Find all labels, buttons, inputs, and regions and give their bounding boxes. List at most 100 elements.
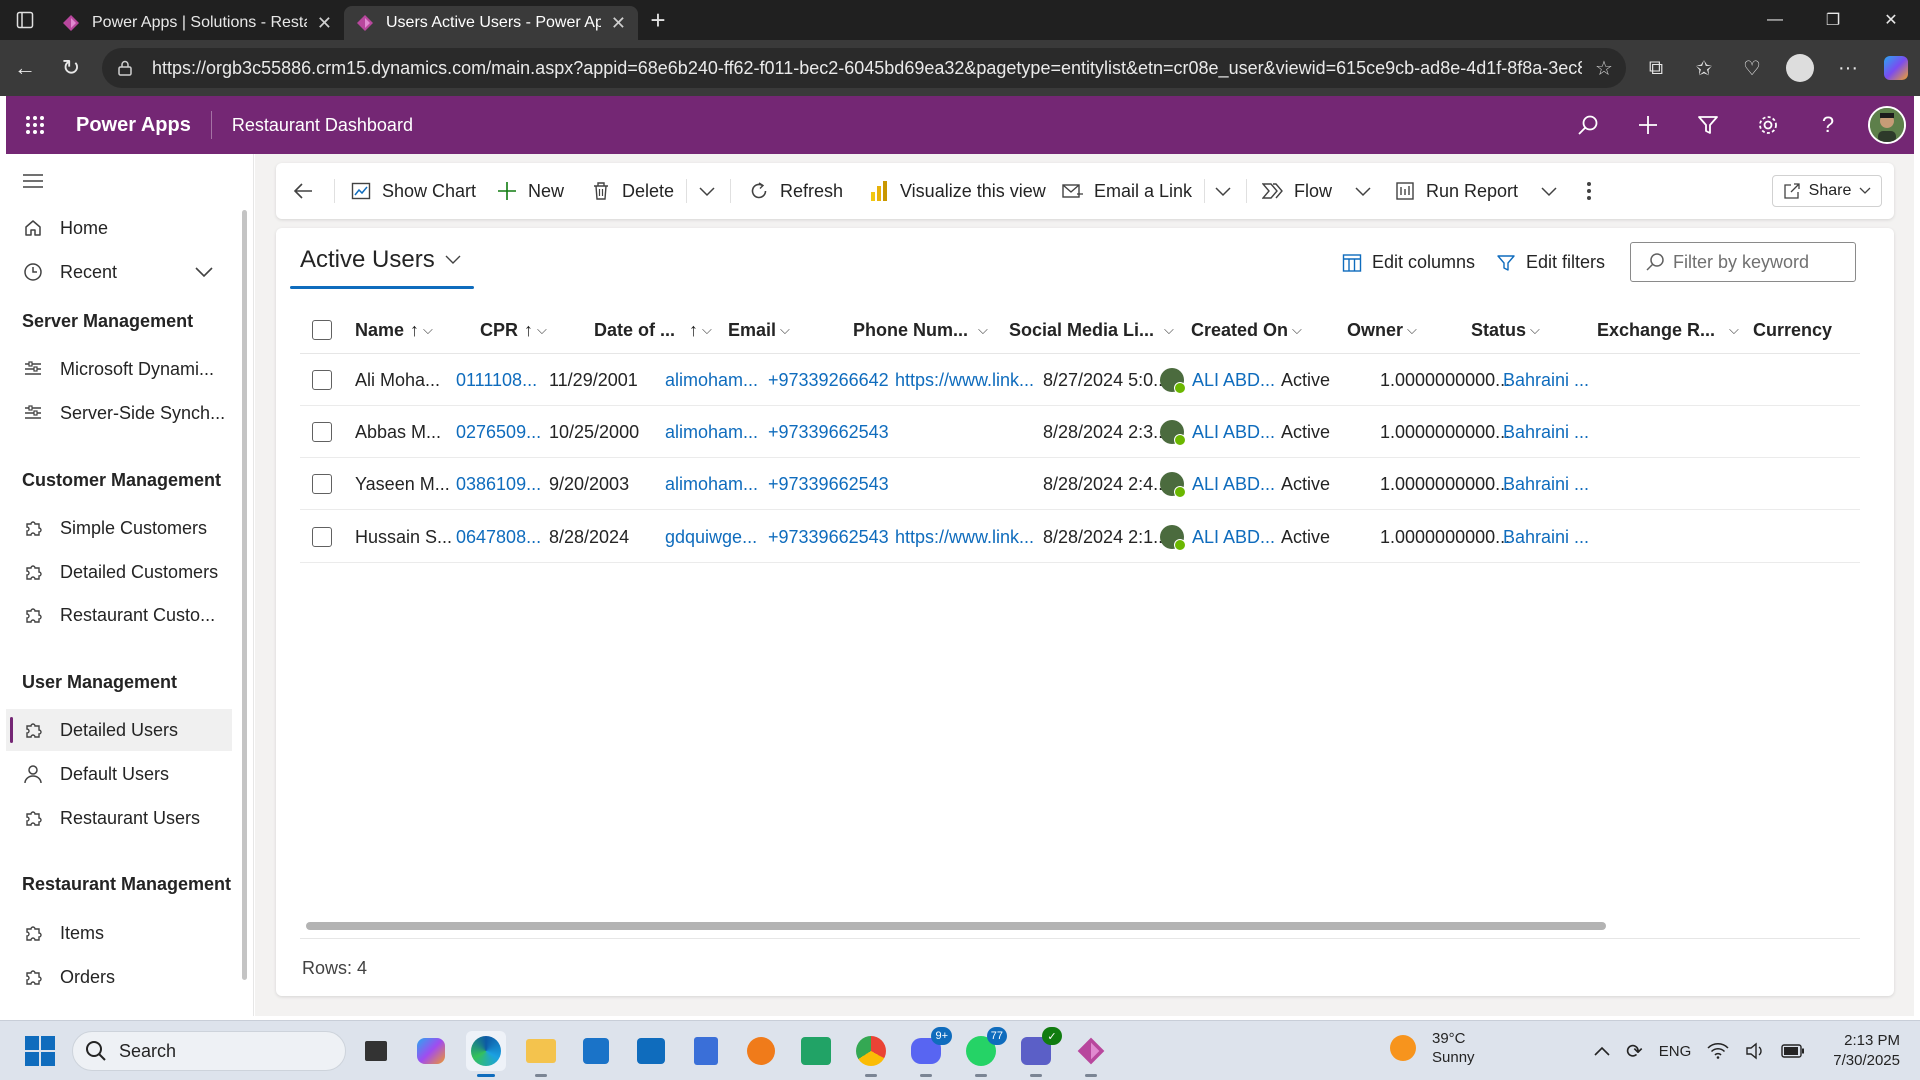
search-icon[interactable] [1558, 96, 1618, 154]
column-header-phone[interactable]: Phone Num... ⌵ [853, 306, 988, 354]
health-icon[interactable]: ♡ [1728, 48, 1776, 88]
table-row[interactable]: Abbas M... 0276509... 10/25/2000 alimoham..… [300, 406, 1860, 458]
settings-gear-icon[interactable] [1738, 96, 1798, 154]
run-report-button[interactable]: Run Report [1394, 163, 1558, 219]
edge-browser-icon[interactable] [466, 1031, 506, 1077]
chevron-down-icon[interactable] [698, 163, 716, 219]
sidebar-item-detailed-customers[interactable]: Detailed Customers [6, 551, 232, 593]
chevron-up-icon[interactable] [1594, 1046, 1610, 1056]
close-window-icon[interactable]: ✕ [1862, 0, 1920, 40]
workspaces-icon[interactable] [0, 0, 50, 40]
maximize-icon[interactable]: ❐ [1804, 0, 1862, 40]
edit-columns-button[interactable]: Edit columns [1342, 252, 1475, 273]
clock[interactable]: 2:13 PM 7/30/2025 [1833, 1031, 1900, 1071]
extensions-icon[interactable]: ⧉ [1632, 48, 1680, 88]
horizontal-scrollbar[interactable] [306, 922, 1606, 930]
filter-keyword-input[interactable] [1673, 251, 1843, 273]
windows-start-icon[interactable] [24, 1035, 56, 1067]
add-icon[interactable] [1618, 96, 1678, 154]
email-link-button[interactable]: Email a Link [1062, 163, 1192, 219]
weather-widget[interactable]: 39°C Sunny [1390, 1029, 1475, 1067]
browser-tab-users[interactable]: Users Active Users - Power Apps ✕ [344, 6, 638, 40]
whatsapp-icon[interactable]: 77 [961, 1027, 1007, 1077]
column-header-created-on[interactable]: Created On ⌵ [1191, 306, 1302, 354]
minimize-icon[interactable]: — [1746, 0, 1804, 40]
maps-app-icon[interactable] [796, 1031, 836, 1071]
power-apps-taskbar-icon[interactable] [1071, 1031, 1111, 1077]
back-arrow-icon[interactable] [292, 163, 314, 219]
view-selector[interactable]: Active Users [300, 246, 461, 274]
sidebar-item-restaurant-customers[interactable]: Restaurant Custo... [6, 594, 232, 636]
close-icon[interactable]: ✕ [611, 13, 626, 34]
close-icon[interactable]: ✕ [317, 13, 332, 34]
cell-currency[interactable]: Bahraini ... [1503, 406, 1589, 458]
column-header-currency[interactable]: Currency [1753, 306, 1832, 354]
sidebar-scrollbar[interactable] [242, 210, 247, 980]
filter-by-keyword-box[interactable] [1630, 242, 1856, 282]
taskbar-search-box[interactable]: Search [72, 1031, 346, 1071]
cell-currency[interactable]: Bahraini ... [1503, 511, 1589, 563]
language-indicator[interactable]: ENG [1659, 1043, 1692, 1060]
flow-button[interactable]: Flow [1262, 163, 1372, 219]
more-commands-icon[interactable] [1586, 163, 1592, 219]
site-info-icon[interactable] [116, 59, 134, 77]
cell-social-media[interactable]: https://www.link... [895, 354, 1034, 406]
help-icon[interactable]: ? [1798, 96, 1858, 154]
new-tab-button[interactable]: + [638, 0, 678, 40]
sidebar-item-restaurant-users[interactable]: Restaurant Users [6, 797, 232, 839]
chevron-down-icon[interactable] [1540, 185, 1558, 197]
sidebar-item-home[interactable]: Home [6, 207, 232, 249]
copilot-icon[interactable] [1872, 48, 1920, 88]
app-name[interactable]: Restaurant Dashboard [232, 115, 413, 136]
new-button[interactable]: New [496, 163, 564, 219]
app-launcher-icon[interactable] [6, 96, 64, 154]
cell-cpr[interactable]: 0386109... [456, 458, 541, 510]
browser-tab-solutions[interactable]: Power Apps | Solutions - Restaurant ✕ [50, 6, 344, 40]
task-view-icon[interactable] [356, 1031, 396, 1071]
back-arrow-icon[interactable]: ← [2, 45, 48, 91]
select-all-checkbox[interactable] [312, 306, 332, 354]
sync-icon[interactable]: ⟳ [1626, 1039, 1643, 1064]
column-header-date-of-birth[interactable]: Date of ... ↑ ⌵ [594, 306, 712, 354]
notepad-icon[interactable] [686, 1031, 726, 1071]
sidebar-item-items[interactable]: Items [6, 912, 232, 954]
row-checkbox[interactable] [312, 511, 332, 563]
cell-cpr[interactable]: 0111108... [456, 354, 537, 406]
cell-phone[interactable]: +97339662543 [768, 511, 889, 563]
cell-owner[interactable]: ALI ABD... [1160, 458, 1275, 510]
column-header-status[interactable]: Status ⌵ [1471, 306, 1540, 354]
sidebar-item-orders[interactable]: Orders [6, 956, 232, 998]
cell-cpr[interactable]: 0647808... [456, 511, 541, 563]
cell-email[interactable]: alimoham... [665, 354, 758, 406]
sidebar-item-microsoft-dynamics[interactable]: Microsoft Dynami... [6, 348, 232, 390]
favorites-icon[interactable]: ✩ [1680, 48, 1728, 88]
chrome-icon[interactable] [851, 1031, 891, 1077]
profile-icon[interactable] [1776, 48, 1824, 88]
column-header-cpr[interactable]: CPR ↑ ⌵ [480, 306, 547, 354]
cell-email[interactable]: gdquiwge... [665, 511, 757, 563]
copilot-app-icon[interactable] [411, 1031, 451, 1071]
chevron-down-icon[interactable] [194, 266, 214, 278]
cell-email[interactable]: alimoham... [665, 458, 758, 510]
row-checkbox[interactable] [312, 406, 332, 458]
column-header-name[interactable]: Name ↑ ⌵ [355, 306, 433, 354]
table-row[interactable]: Yaseen M... 0386109... 9/20/2003 alimoham..… [300, 458, 1860, 510]
column-header-social-media[interactable]: Social Media Li... ⌵ [1009, 306, 1174, 354]
visualize-view-button[interactable]: Visualize this view [868, 163, 1046, 219]
filter-icon[interactable] [1678, 96, 1738, 154]
column-header-email[interactable]: Email ⌵ [728, 306, 790, 354]
favorite-star-icon[interactable]: ☆ [1582, 56, 1626, 81]
cell-phone[interactable]: +97339662543 [768, 458, 889, 510]
cell-phone[interactable]: +97339662543 [768, 406, 889, 458]
cell-social-media[interactable]: https://www.link... [895, 511, 1034, 563]
reload-icon[interactable]: ↻ [48, 45, 94, 91]
sidebar-item-detailed-users[interactable]: Detailed Users [6, 709, 232, 751]
sidebar-item-default-users[interactable]: Default Users [6, 753, 232, 795]
show-chart-button[interactable]: Show Chart [350, 163, 476, 219]
store-icon[interactable] [576, 1031, 616, 1071]
office-app-icon[interactable] [741, 1031, 781, 1071]
cell-email[interactable]: alimoham... [665, 406, 758, 458]
row-checkbox[interactable] [312, 354, 332, 406]
brand-name[interactable]: Power Apps [76, 114, 191, 137]
column-header-owner[interactable]: Owner ⌵ [1347, 306, 1417, 354]
